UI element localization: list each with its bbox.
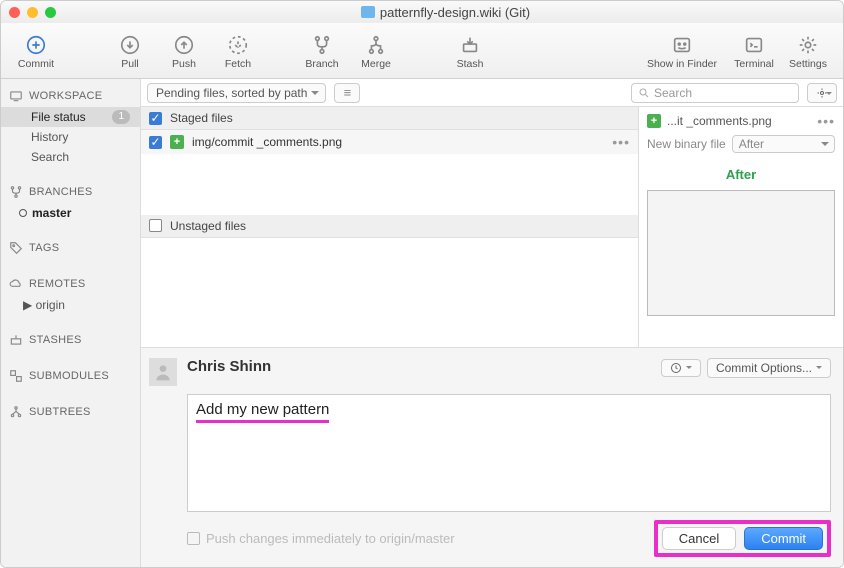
sidebar-branches-header[interactable]: BRANCHES — [1, 181, 140, 203]
cancel-button[interactable]: Cancel — [662, 527, 736, 550]
upload-icon — [171, 32, 197, 58]
added-file-icon: + — [170, 135, 184, 149]
window-titlebar: patternfly-design.wiki (Git) — [1, 1, 843, 23]
filter-settings-button[interactable] — [807, 83, 837, 103]
branch-icon — [309, 32, 335, 58]
tag-icon — [9, 241, 23, 255]
stash-icon — [9, 333, 23, 347]
sidebar-item-file-status[interactable]: File status 1 — [1, 107, 140, 127]
unstaged-files-header[interactable]: Unstaged files — [141, 215, 638, 238]
stash-icon — [457, 32, 483, 58]
sidebar-branch-master[interactable]: master — [1, 203, 140, 223]
commit-tool[interactable]: Commit — [9, 32, 63, 70]
avatar — [149, 358, 177, 386]
stash-tool[interactable]: Stash — [443, 32, 497, 70]
commit-author: Chris Shinn — [187, 358, 271, 375]
file-actions-button[interactable]: ••• — [612, 134, 630, 150]
terminal-tool[interactable]: Terminal — [727, 32, 781, 70]
view-mode-toggle[interactable]: ≡ — [334, 83, 360, 103]
pull-tool[interactable]: Pull — [103, 32, 157, 70]
terminal-icon — [741, 32, 767, 58]
unstaged-checkbox[interactable] — [149, 219, 162, 232]
commit-message-input[interactable]: Add my new pattern — [187, 394, 831, 512]
sidebar-stashes-header[interactable]: STASHES — [1, 329, 140, 351]
added-file-icon: + — [647, 114, 661, 128]
commit-options-dropdown[interactable]: Commit Options... — [707, 358, 831, 378]
push-immediately-checkbox[interactable] — [187, 532, 200, 545]
staged-checkbox[interactable]: ✓ — [149, 112, 162, 125]
commit-area: Chris Shinn Commit Options... Add my new… — [141, 347, 843, 567]
sidebar: WORKSPACE File status 1 History Search B… — [1, 79, 141, 567]
sidebar-remote-origin[interactable]: ▶ origin — [1, 295, 140, 315]
refresh-icon — [225, 32, 251, 58]
push-immediately-label: Push changes immediately to origin/maste… — [206, 531, 455, 546]
push-tool[interactable]: Push — [157, 32, 211, 70]
gear-icon — [795, 32, 821, 58]
gear-icon — [816, 87, 828, 99]
filter-bar: Pending files, sorted by path ≡ Search — [141, 79, 843, 107]
settings-tool[interactable]: Settings — [781, 32, 835, 70]
staged-files-header[interactable]: ✓ Staged files — [141, 107, 638, 130]
clock-icon — [670, 362, 682, 374]
merge-tool[interactable]: Merge — [349, 32, 403, 70]
branch-icon — [9, 185, 23, 199]
finder-icon — [669, 32, 695, 58]
plus-circle-icon — [23, 32, 49, 58]
sidebar-item-search[interactable]: Search — [1, 147, 140, 167]
commit-button[interactable]: Commit — [744, 527, 823, 550]
preview-mode-select[interactable]: After — [732, 135, 835, 153]
after-label: After — [647, 167, 835, 182]
window-maximize-button[interactable] — [45, 7, 56, 18]
sidebar-item-history[interactable]: History — [1, 127, 140, 147]
folder-icon — [361, 6, 375, 18]
annotation-highlight: Cancel Commit — [654, 520, 831, 557]
search-input[interactable]: Search — [631, 83, 799, 103]
window-title: patternfly-design.wiki (Git) — [380, 5, 530, 20]
sidebar-subtrees-header[interactable]: SUBTREES — [1, 401, 140, 423]
preview-actions-button[interactable]: ••• — [817, 113, 835, 129]
branch-tool[interactable]: Branch — [295, 32, 349, 70]
file-list: ✓ Staged files ✓ + img/commit _comments.… — [141, 107, 639, 347]
sidebar-submodules-header[interactable]: SUBMODULES — [1, 365, 140, 387]
subtree-icon — [9, 405, 23, 419]
file-status-badge: 1 — [112, 110, 130, 124]
sidebar-workspace-header[interactable]: WORKSPACE — [1, 85, 140, 107]
search-icon — [638, 87, 650, 99]
staged-file-row[interactable]: ✓ + img/commit _comments.png ••• — [141, 130, 638, 154]
submodule-icon — [9, 369, 23, 383]
merge-icon — [363, 32, 389, 58]
show-in-finder-tool[interactable]: Show in Finder — [637, 32, 727, 70]
file-filter-dropdown[interactable]: Pending files, sorted by path — [147, 83, 326, 103]
file-preview: + ...it _comments.png ••• New binary fil… — [639, 107, 843, 347]
preview-filename: ...it _comments.png — [667, 114, 772, 128]
sidebar-remotes-header[interactable]: REMOTES — [1, 273, 140, 295]
preview-thumbnail — [647, 190, 835, 316]
fetch-tool[interactable]: Fetch — [211, 32, 265, 70]
toolbar: Commit Pull Push Fetch Branch Merge Stas… — [1, 23, 843, 79]
file-checkbox[interactable]: ✓ — [149, 136, 162, 149]
history-dropdown[interactable] — [661, 359, 701, 377]
window-minimize-button[interactable] — [27, 7, 38, 18]
current-branch-icon — [19, 209, 27, 217]
sidebar-tags-header[interactable]: TAGS — [1, 237, 140, 259]
cloud-icon — [9, 277, 23, 291]
download-icon — [117, 32, 143, 58]
window-close-button[interactable] — [9, 7, 20, 18]
monitor-icon — [9, 89, 23, 103]
